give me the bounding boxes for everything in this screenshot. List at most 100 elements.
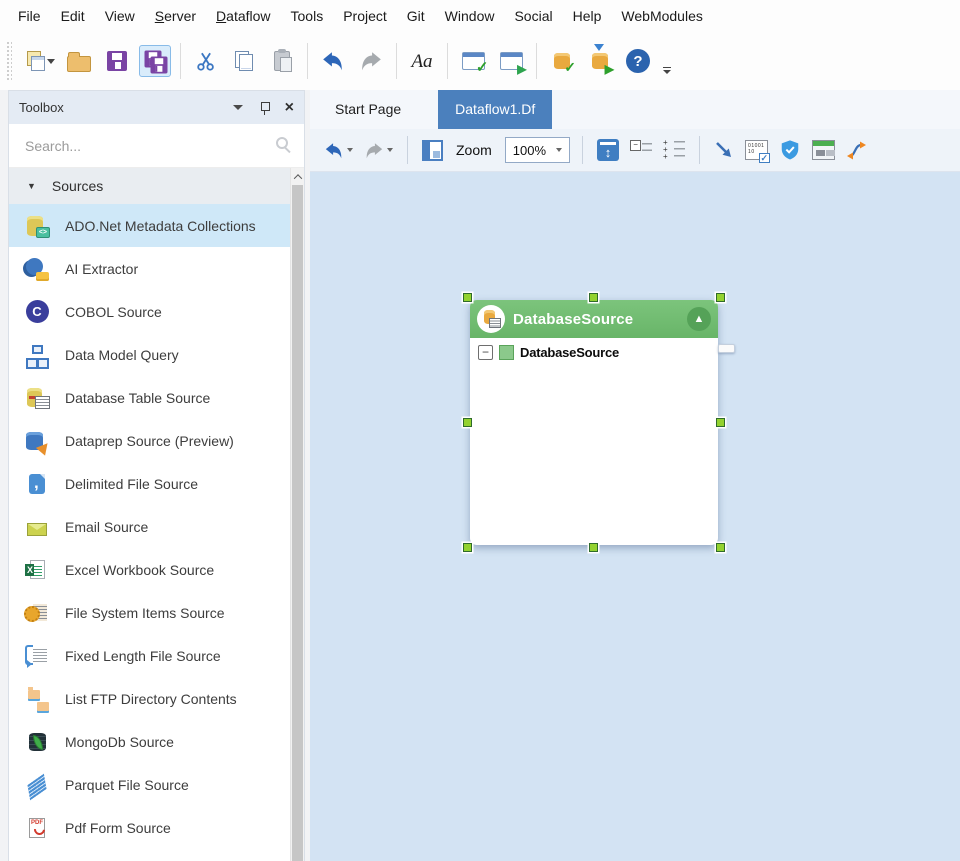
parquet-icon	[23, 771, 51, 799]
pin-icon[interactable]	[259, 101, 271, 115]
toolbox-item-fixed-length-file-source[interactable]: Fixed Length File Source	[9, 634, 304, 677]
resize-handle-n[interactable]	[589, 293, 598, 302]
toolbox-item-database-table-source[interactable]: Database Table Source	[9, 376, 304, 419]
output-port[interactable]	[718, 344, 735, 353]
node-collapse-button[interactable]: ▲	[687, 307, 711, 331]
collapse-all-button[interactable]	[628, 135, 654, 165]
undo-button[interactable]	[317, 45, 349, 77]
tree-node-icon	[499, 345, 514, 360]
menu-window[interactable]: Window	[435, 0, 505, 32]
menu-project[interactable]: Project	[333, 0, 397, 32]
toolbox-item-ai-extractor[interactable]: AI Extractor	[9, 247, 304, 290]
redo-button[interactable]	[362, 135, 395, 165]
resize-handle-sw[interactable]	[463, 543, 472, 552]
document-area: Start Page Dataflow1.Df Zoom 100% ↕	[310, 90, 960, 861]
start-dataflow-button[interactable]: ▶	[495, 45, 527, 77]
search-input[interactable]	[23, 137, 243, 155]
pdf-icon	[23, 814, 51, 842]
menu-webmodules[interactable]: WebModules	[611, 0, 712, 32]
tree-collapse-box[interactable]: −	[478, 345, 493, 360]
font-button[interactable]: Aa	[406, 45, 438, 77]
record-preview-button[interactable]: 0100110✓	[743, 135, 770, 165]
toolbox-item-email-source[interactable]: Email Source	[9, 505, 304, 548]
undo-button[interactable]	[322, 135, 355, 165]
toolbox-item-dataprep-source[interactable]: Dataprep Source (Preview)	[9, 419, 304, 462]
overflow-caret-icon	[663, 70, 671, 74]
menu-edit[interactable]: Edit	[51, 0, 95, 32]
toolbar-grip[interactable]	[6, 41, 12, 81]
dataflow-canvas[interactable]: DatabaseSource ▲ − DatabaseSource	[310, 172, 960, 861]
toolbox-scrollbar[interactable]	[290, 168, 304, 861]
main-area: Toolbox × ▼ Sources ADO.Net Metadata Col…	[0, 90, 960, 861]
category-sources[interactable]: ▼ Sources	[9, 168, 304, 204]
toolbox-item-data-model-query[interactable]: Data Model Query	[9, 333, 304, 376]
help-button[interactable]: ?	[622, 45, 654, 77]
database-verify-button[interactable]: ✓	[546, 45, 578, 77]
close-icon[interactable]: ×	[285, 100, 294, 116]
resize-handle-ne[interactable]	[716, 293, 725, 302]
menu-social[interactable]: Social	[504, 0, 562, 32]
toolbar-separator	[447, 43, 448, 79]
node-header[interactable]: DatabaseSource ▲	[470, 300, 718, 338]
resize-handle-s[interactable]	[589, 543, 598, 552]
toolbox-item-pdf-form-source[interactable]: Pdf Form Source	[9, 806, 304, 849]
triangle-up-icon: ▲	[694, 314, 705, 325]
tab-start-page[interactable]: Start Page	[318, 90, 418, 129]
database-run-button[interactable]: ▶	[584, 45, 616, 77]
toolbox-item-mongodb-source[interactable]: MongoDb Source	[9, 720, 304, 763]
toolbox-item-delimited-file-source[interactable]: Delimited File Source	[9, 462, 304, 505]
menu-file[interactable]: File	[8, 0, 51, 32]
toolbar-overflow-button[interactable]	[663, 67, 671, 74]
collapse-tree-icon	[630, 140, 652, 160]
new-button[interactable]	[25, 45, 57, 77]
menu-view[interactable]: View	[95, 0, 145, 32]
menu-tools[interactable]: Tools	[281, 0, 334, 32]
c-circle-icon: C	[26, 300, 49, 323]
save-all-button[interactable]	[139, 45, 171, 77]
node-tree-row[interactable]: − DatabaseSource	[470, 338, 718, 360]
menu-dataflow[interactable]: Dataflow	[206, 0, 280, 32]
tree-root-label: DatabaseSource	[520, 345, 619, 360]
play-icon: ▶	[517, 62, 526, 76]
toolbox-item-file-system-items-source[interactable]: File System Items Source	[9, 591, 304, 634]
zoom-select[interactable]: 100%	[505, 137, 570, 163]
paste-button[interactable]	[266, 45, 298, 77]
database-source-node[interactable]: DatabaseSource ▲ − DatabaseSource	[470, 300, 718, 545]
resize-handle-e[interactable]	[716, 418, 725, 427]
link-pointer-button[interactable]	[712, 135, 736, 165]
tab-dataflow1[interactable]: Dataflow1.Df	[438, 90, 552, 129]
font-icon: Aa	[411, 52, 432, 71]
scroll-up-button[interactable]	[291, 168, 304, 185]
menu-help[interactable]: Help	[563, 0, 612, 32]
cut-button[interactable]	[190, 45, 222, 77]
toolbox-item-ado-net-metadata-collections[interactable]: ADO.Net Metadata Collections	[9, 204, 304, 247]
resize-handle-se[interactable]	[716, 543, 725, 552]
verify-dataflow-button[interactable]	[777, 135, 803, 165]
expand-all-button[interactable]	[661, 135, 687, 165]
layout-button[interactable]	[420, 135, 445, 165]
copy-button[interactable]	[228, 45, 260, 77]
data-browser-button[interactable]	[810, 135, 837, 165]
resize-handle-w[interactable]	[463, 418, 472, 427]
ado-net-icon	[23, 212, 51, 240]
scissors-icon	[195, 50, 217, 72]
expand-node-button[interactable]: ↕	[595, 135, 621, 165]
menu-server[interactable]: Server	[145, 0, 206, 32]
toolbox-item-excel-workbook-source[interactable]: Excel Workbook Source	[9, 548, 304, 591]
chevron-up-icon	[293, 174, 301, 182]
toolbox-item-parquet-file-source[interactable]: Parquet File Source	[9, 763, 304, 806]
redo-button[interactable]	[355, 45, 387, 77]
toolbox-item-cobol-source[interactable]: C COBOL Source	[9, 290, 304, 333]
menu-git[interactable]: Git	[397, 0, 435, 32]
save-button[interactable]	[101, 45, 133, 77]
database-brush-icon	[26, 432, 43, 450]
file-system-icon	[23, 599, 51, 627]
toolbox-item-list-ftp-directory-contents[interactable]: List FTP Directory Contents	[9, 677, 304, 720]
scrollbar-thumb[interactable]	[292, 185, 303, 861]
verify-button[interactable]: ✓	[457, 45, 489, 77]
resize-handle-nw[interactable]	[463, 293, 472, 302]
window-position-icon[interactable]	[233, 105, 243, 110]
open-button[interactable]	[63, 45, 95, 77]
reroute-links-button[interactable]	[844, 135, 870, 165]
updown-arrow-icon: ↕	[605, 146, 612, 159]
